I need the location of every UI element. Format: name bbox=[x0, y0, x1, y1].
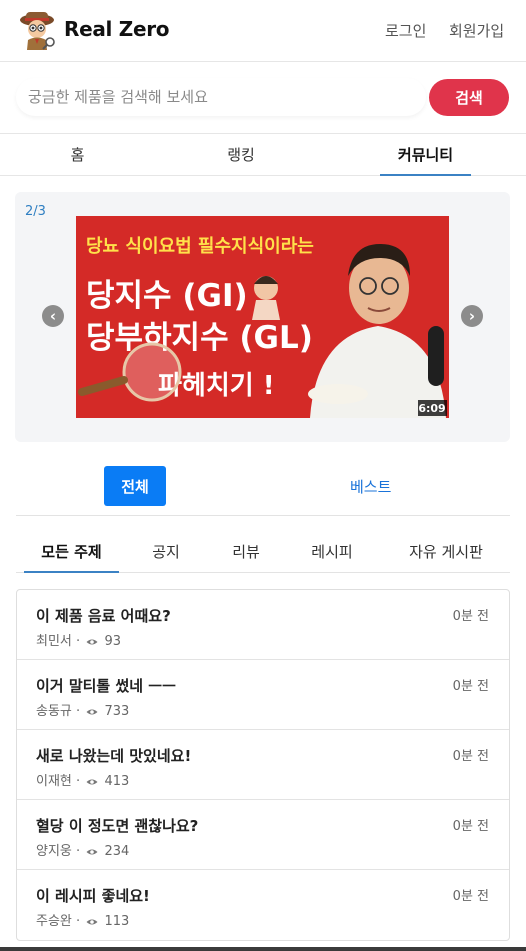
tab-community[interactable]: 커뮤니티 bbox=[380, 134, 471, 176]
post-meta: 이재현 · 413 bbox=[36, 774, 130, 789]
eye-icon bbox=[86, 919, 98, 924]
post-title[interactable]: 새로 나왔는데 맛있네요! bbox=[36, 745, 191, 766]
post-title[interactable]: 이거 말티톨 썼네 ㅡㅡ bbox=[36, 675, 176, 696]
banner-line2: 당지수 (GI) bbox=[86, 278, 248, 314]
post-author: 양지웅 bbox=[36, 844, 72, 859]
eye-icon bbox=[86, 639, 98, 644]
filter-best-tab[interactable]: 베스트 bbox=[350, 476, 391, 497]
search-input[interactable] bbox=[16, 78, 426, 116]
eye-icon bbox=[86, 779, 98, 784]
eye-icon bbox=[86, 849, 98, 854]
list-item[interactable]: 이 제품 음료 어때요? 최민서 · 93 0분 전 bbox=[17, 590, 509, 660]
post-views: 234 bbox=[104, 844, 130, 859]
post-meta: 최민서 · 93 bbox=[36, 634, 121, 649]
signup-link[interactable]: 회원가입 bbox=[449, 20, 504, 41]
filter-all-button[interactable]: 전체 bbox=[104, 466, 166, 506]
post-list: 이 제품 음료 어때요? 최민서 · 93 0분 전 이거 말티톨 썼네 ㅡㅡ … bbox=[16, 589, 510, 941]
post-views: 93 bbox=[104, 634, 121, 649]
tab-home[interactable]: 홈 bbox=[0, 134, 155, 176]
search-button[interactable]: 검색 bbox=[429, 79, 509, 116]
post-views: 413 bbox=[104, 774, 130, 789]
post-title[interactable]: 이 레시피 좋네요! bbox=[36, 885, 150, 906]
topic-all[interactable]: 모든 주제 bbox=[24, 532, 119, 573]
banner-carousel: 2/3 ‹ 당뇨 식이요법 필수지식이라는 당지수 (GI) 당부하지수 (GL… bbox=[15, 192, 510, 442]
post-time: 0분 전 bbox=[452, 819, 489, 834]
banner-video-thumbnail[interactable]: 당뇨 식이요법 필수지식이라는 당지수 (GI) 당부하지수 (GL) 파헤치기… bbox=[76, 216, 449, 418]
bottom-edge bbox=[0, 947, 526, 951]
carousel-next-icon[interactable]: › bbox=[461, 305, 483, 327]
app-header: Real Zero 로그인 회원가입 bbox=[0, 0, 526, 62]
search-bar: 검색 bbox=[0, 62, 526, 134]
post-title[interactable]: 혈당 이 정도면 괜찮나요? bbox=[36, 815, 198, 836]
carousel-counter: 2/3 bbox=[25, 204, 46, 219]
eye-icon bbox=[86, 709, 98, 714]
banner-line3: 당부하지수 (GL) bbox=[86, 320, 313, 356]
list-item[interactable]: 새로 나왔는데 맛있네요! 이재현 · 413 0분 전 bbox=[17, 730, 509, 800]
post-author: 최민서 bbox=[36, 634, 72, 649]
post-meta: 양지웅 · 234 bbox=[36, 844, 130, 859]
topic-tabs: 모든 주제 공지 리뷰 레시피 자유 게시판 bbox=[16, 532, 510, 573]
post-views: 733 bbox=[104, 704, 130, 719]
post-time: 0분 전 bbox=[452, 889, 489, 904]
post-meta: 송동규 · 733 bbox=[36, 704, 130, 719]
post-time: 0분 전 bbox=[452, 679, 489, 694]
post-author: 송동규 bbox=[36, 704, 72, 719]
banner-line1: 당뇨 식이요법 필수지식이라는 bbox=[86, 236, 314, 257]
list-item[interactable]: 혈당 이 정도면 괜찮나요? 양지웅 · 234 0분 전 bbox=[17, 800, 509, 870]
topic-free-board[interactable]: 자유 게시판 bbox=[396, 532, 496, 573]
logo-icon[interactable] bbox=[16, 8, 58, 52]
post-author: 주승완 bbox=[36, 914, 72, 929]
post-meta: 주승완 · 113 bbox=[36, 914, 130, 929]
post-author: 이재현 bbox=[36, 774, 72, 789]
main-nav: 홈 랭킹 커뮤니티 bbox=[0, 134, 526, 176]
tab-ranking[interactable]: 랭킹 bbox=[165, 134, 317, 176]
post-time: 0분 전 bbox=[452, 749, 489, 764]
brand-name[interactable]: Real Zero bbox=[64, 17, 170, 41]
topic-recipe[interactable]: 레시피 bbox=[301, 532, 363, 573]
carousel-prev-icon[interactable]: ‹ bbox=[42, 305, 64, 327]
topic-notice[interactable]: 공지 bbox=[141, 532, 191, 573]
post-title[interactable]: 이 제품 음료 어때요? bbox=[36, 605, 171, 626]
topic-review[interactable]: 리뷰 bbox=[221, 532, 271, 573]
video-duration: 6:09 bbox=[418, 402, 445, 415]
list-item[interactable]: 이거 말티톨 썼네 ㅡㅡ 송동규 · 733 0분 전 bbox=[17, 660, 509, 730]
post-time: 0분 전 bbox=[452, 609, 489, 624]
login-link[interactable]: 로그인 bbox=[385, 20, 426, 41]
post-views: 113 bbox=[104, 914, 130, 929]
divider bbox=[16, 515, 510, 516]
list-item[interactable]: 이 레시피 좋네요! 주승완 · 113 0분 전 bbox=[17, 870, 509, 940]
